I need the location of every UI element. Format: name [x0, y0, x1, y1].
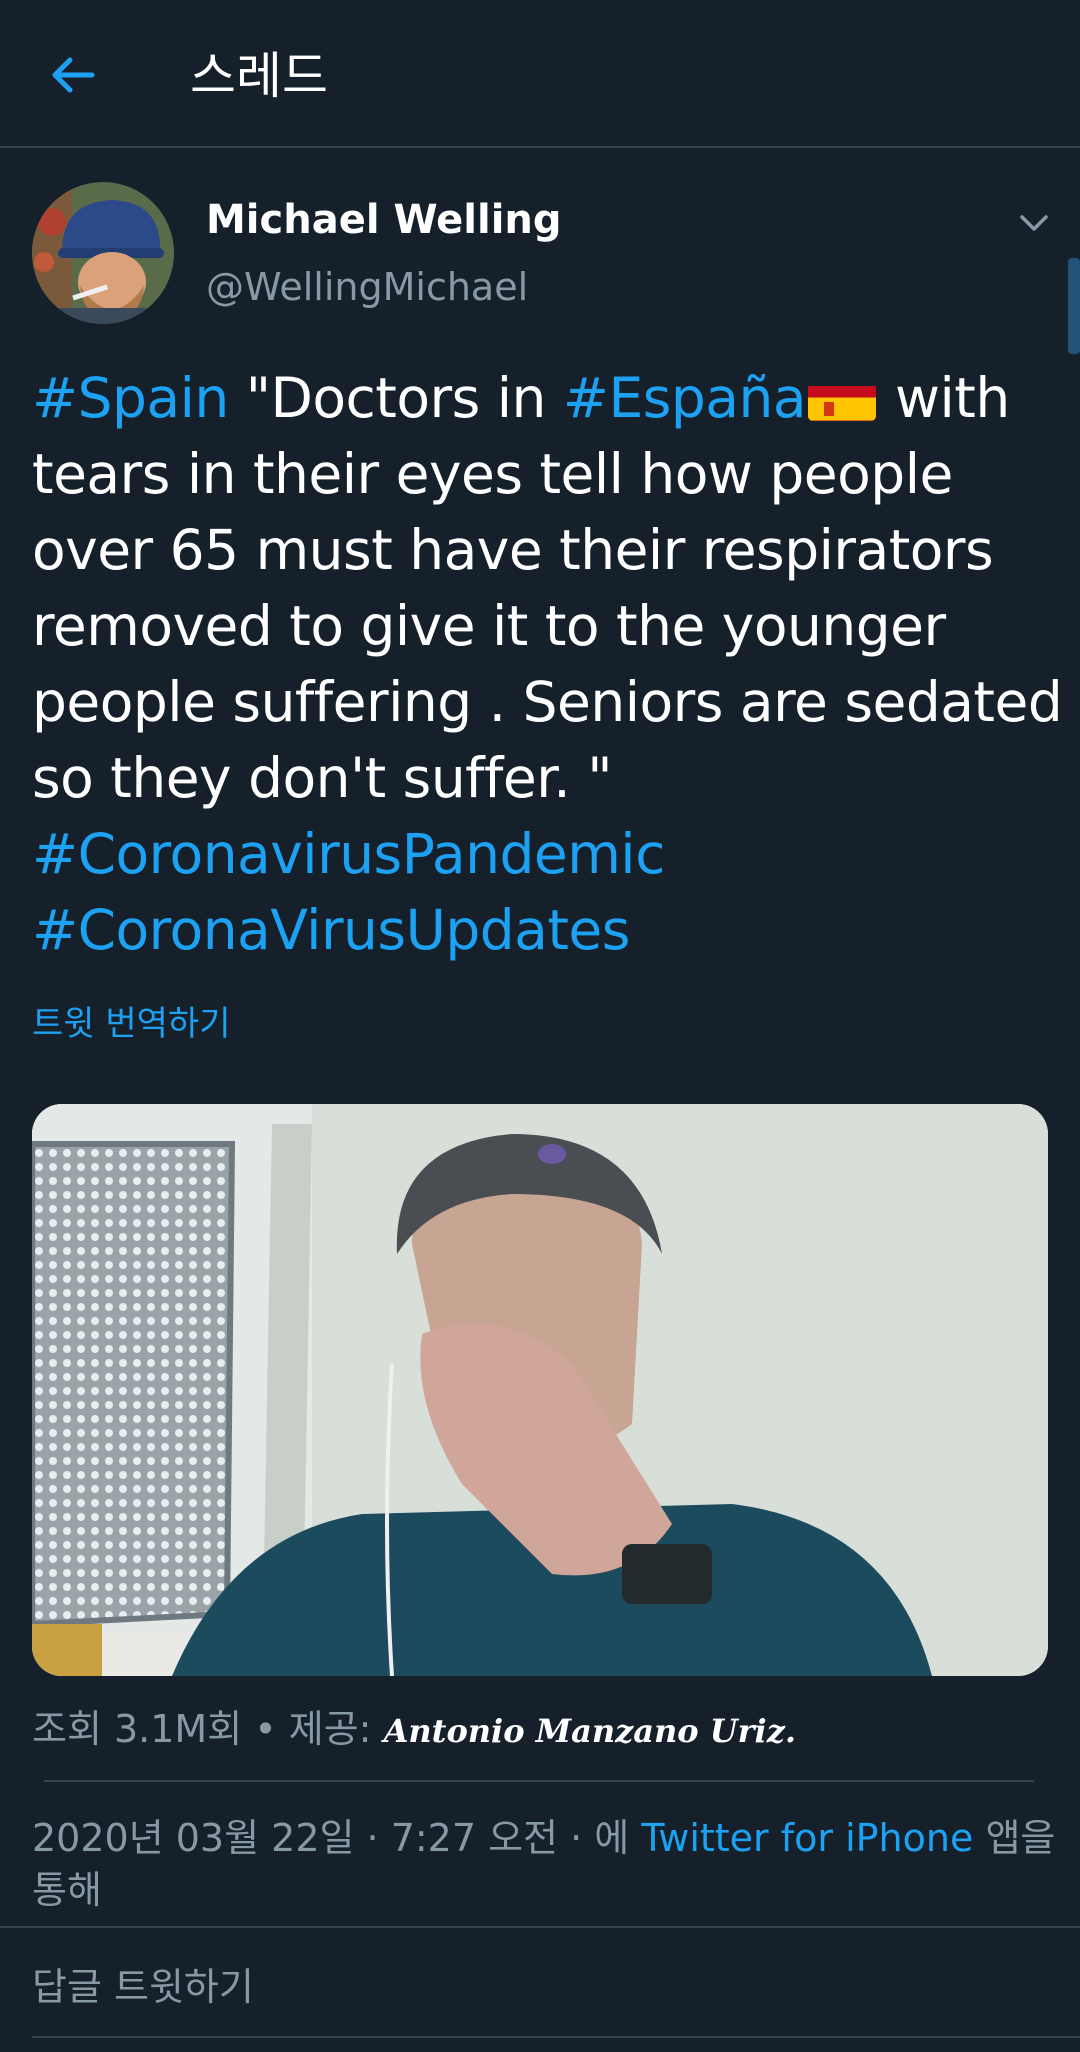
- avatar[interactable]: [32, 182, 174, 324]
- hashtag-link[interactable]: #Spain: [32, 366, 229, 430]
- view-count-label: 조회 3.1M회 • 제공:: [32, 1707, 384, 1751]
- translate-tweet-link[interactable]: 트윗 번역하기: [32, 1002, 231, 1046]
- chevron-down-icon[interactable]: [1016, 204, 1052, 240]
- source-suffix: 앱을: [973, 1816, 1056, 1860]
- tweet-text-line: so they don't suffer. ": [32, 746, 613, 810]
- author-handle[interactable]: @WellingMichael: [206, 264, 528, 310]
- author-name[interactable]: Michael Welling: [206, 196, 562, 244]
- tweet-text-segment: with: [878, 366, 1010, 430]
- tweet-text-line: tears in their eyes tell how people: [32, 442, 953, 506]
- tweet-text-segment: "Doctors in: [228, 366, 563, 430]
- arrow-left-icon[interactable]: [42, 44, 104, 106]
- tweet-date: 2020년 03월 22일 · 7:27 오전 · 에: [32, 1816, 642, 1860]
- page-title: 스레드: [190, 47, 328, 105]
- reply-tweet-input[interactable]: 답글 트윗하기: [32, 1962, 254, 2012]
- provider-name[interactable]: Antonio Manzano Uriz.: [384, 1712, 796, 1750]
- hashtag-link[interactable]: #CoronaVirusUpdates: [32, 898, 630, 962]
- source-suffix-line2: 통해: [32, 1868, 102, 1912]
- tweet-text-line: over 65 must have their respirators: [32, 518, 994, 582]
- hashtag-link[interactable]: #España: [563, 366, 807, 430]
- divider: [0, 1926, 1080, 1928]
- tweet-text-line: people suffering . Seniors are sedated: [32, 670, 1063, 734]
- scrollbar[interactable]: [1068, 258, 1080, 354]
- tweet-metadata: 2020년 03월 22일 · 7:27 오전 · 에 Twitter for …: [32, 1812, 1062, 1916]
- tweet-text: #Spain "Doctors in #España with tears in…: [32, 360, 1063, 968]
- tweet-video[interactable]: [32, 1104, 1048, 1676]
- source-link[interactable]: Twitter for iPhone: [641, 1816, 973, 1860]
- view-count: 조회 3.1M회 • 제공: Antonio Manzano Uriz.: [32, 1704, 796, 1756]
- header-bar: 스레드: [0, 0, 1080, 148]
- flag-spain-icon: [808, 375, 877, 421]
- hashtag-link[interactable]: #CoronavirusPandemic: [32, 822, 665, 886]
- divider: [44, 1780, 1034, 1782]
- divider: [32, 2036, 1080, 2038]
- tweet-text-line: removed to give it to the younger: [32, 594, 946, 658]
